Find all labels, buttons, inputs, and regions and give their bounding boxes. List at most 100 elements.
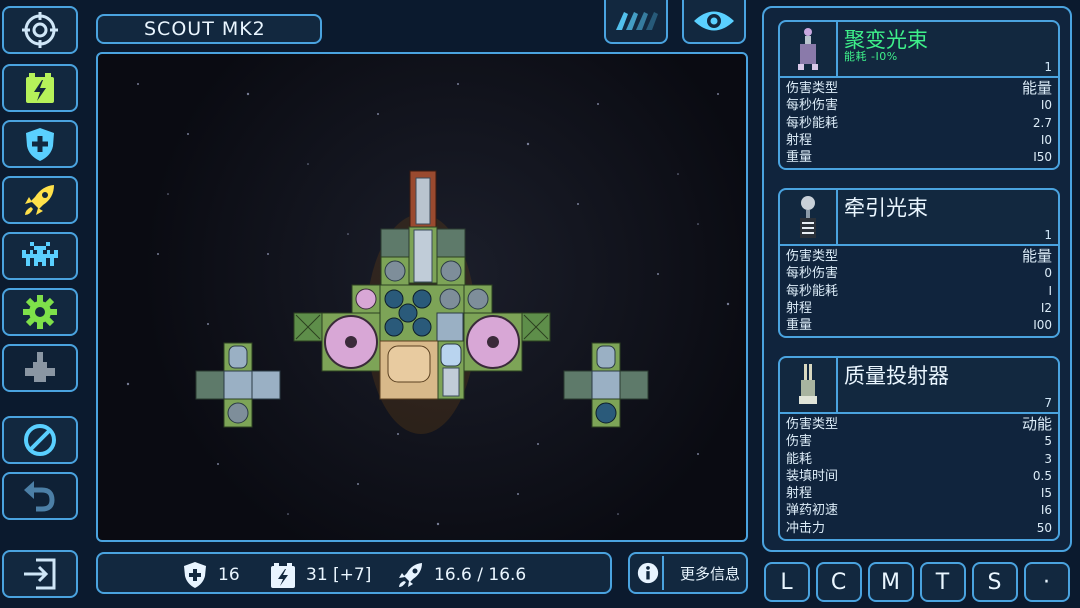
- systems-button[interactable]: [2, 288, 78, 336]
- stat-value: I00: [1033, 318, 1052, 333]
- weapon-level: 1: [1044, 228, 1052, 242]
- more-info-label: 更多信息: [680, 564, 741, 583]
- ship-canvas[interactable]: [98, 54, 746, 540]
- tab-dot[interactable]: ·: [1024, 562, 1070, 602]
- power-button[interactable]: [2, 64, 78, 112]
- stat-row: 弹药初速 I6: [786, 502, 1052, 519]
- stat-row: 每秒伤害 0: [786, 265, 1052, 282]
- weapon-card-fusion-beam[interactable]: 聚变光束 能耗 -I0% 1 伤害类型 能量 每秒伤害 I0 每秒能耗 2.7 射程 I…: [778, 20, 1060, 171]
- clear-button[interactable]: [2, 416, 78, 464]
- target-button[interactable]: [2, 6, 78, 54]
- stat-row: 冲击力 50: [786, 520, 1052, 537]
- shield-icon: [184, 562, 206, 588]
- thrust-button[interactable]: [2, 176, 78, 224]
- info-icon: [637, 562, 659, 584]
- weapon-card-mass-driver[interactable]: 质量投射器 7 伤害类型 动能 伤害 5 能耗 3 装填时间 0.5 射程 I5 弹药初速…: [778, 356, 1060, 542]
- stat-value: I50: [1033, 150, 1052, 165]
- battery-icon: [26, 73, 54, 103]
- tab-t[interactable]: T: [920, 562, 966, 602]
- shield-icon: [26, 128, 54, 161]
- ship-button[interactable]: [2, 344, 78, 392]
- stat-value: 5: [1044, 434, 1052, 449]
- stat-label: 每秒伤害: [786, 98, 839, 114]
- stat-value: I5: [1040, 486, 1052, 501]
- stat-row: 每秒伤害 I0: [786, 97, 1052, 114]
- exit-icon: [24, 558, 56, 590]
- stat-value: 能量: [1021, 247, 1052, 265]
- exit-button[interactable]: [2, 550, 78, 598]
- tab-c[interactable]: C: [816, 562, 862, 602]
- view-button[interactable]: [682, 0, 746, 44]
- stat-label: 装填时间: [786, 468, 839, 484]
- stat-value: 2.7: [1032, 115, 1052, 130]
- stat-label: 每秒伤害: [786, 266, 839, 282]
- eye-icon: [694, 11, 734, 31]
- stat-row: 伤害 5: [786, 433, 1052, 450]
- weapon-level: 7: [1044, 396, 1052, 410]
- stat-row: 能耗 3: [786, 451, 1052, 468]
- more-info-button[interactable]: 更多信息: [628, 552, 748, 594]
- invader-icon: [22, 242, 58, 266]
- weapon-card-header: 聚变光束 能耗 -I0% 1: [778, 20, 1060, 78]
- weapons-button[interactable]: [2, 232, 78, 280]
- claw-icon: [616, 12, 658, 30]
- battery-icon: [271, 563, 295, 588]
- info-divider: [662, 556, 664, 590]
- stat-label: 射程: [786, 132, 813, 148]
- weapon-card-tractor-beam[interactable]: 牵引光束 1 伤害类型 能量 每秒伤害 0 每秒能耗 I 射程 I2 重量 I00: [778, 188, 1060, 339]
- stat-label: 重量: [786, 318, 813, 334]
- stat-row: 伤害类型 能量: [786, 247, 1052, 265]
- tractor-beam-icon: [780, 190, 838, 244]
- gear-icon: [23, 295, 57, 329]
- stat-value: I: [1048, 283, 1052, 298]
- stat-value: 动能: [1021, 415, 1052, 433]
- ship-stats-bar: 16 31 [+7] 16.6 / 16.6: [96, 552, 612, 594]
- stat-row: 射程 I5: [786, 485, 1052, 502]
- stat-row: 每秒能耗 2.7: [786, 115, 1052, 132]
- stat-value: 能量: [1021, 79, 1052, 97]
- claw-button[interactable]: [604, 0, 668, 44]
- thrust-stat: 16.6 / 16.6: [396, 560, 526, 590]
- power-stat: 31 [+7]: [268, 560, 371, 590]
- ship-model[interactable]: [195, 170, 649, 428]
- stat-row: 重量 I00: [786, 317, 1052, 334]
- stat-label: 伤害类型: [786, 81, 839, 96]
- stat-value: I0: [1040, 98, 1052, 113]
- undo-button[interactable]: [2, 472, 78, 520]
- stat-row: 伤害类型 动能: [786, 415, 1052, 433]
- tab-s[interactable]: S: [972, 562, 1018, 602]
- stat-value: I0: [1040, 132, 1052, 147]
- stat-label: 伤害: [786, 434, 813, 450]
- stat-row: 伤害类型 能量: [786, 79, 1052, 97]
- stat-row: 装填时间 0.5: [786, 468, 1052, 485]
- stat-value: I2: [1040, 300, 1052, 315]
- stat-value: 0.5: [1032, 468, 1052, 483]
- weapon-subtitle: 能耗 -I0%: [844, 50, 898, 63]
- stat-label: 每秒能耗: [786, 283, 839, 299]
- mass-driver-icon: [780, 358, 838, 412]
- tab-m[interactable]: M: [868, 562, 914, 602]
- stat-label: 能耗: [786, 451, 813, 467]
- weapon-card-header: 质量投射器 7: [778, 356, 1060, 414]
- stat-label: 弹药初速: [786, 503, 839, 519]
- stat-label: 冲击力: [786, 520, 826, 536]
- stat-label: 伤害类型: [786, 417, 839, 432]
- stat-label: 射程: [786, 300, 813, 316]
- thrust-value: 16.6 / 16.6: [434, 565, 527, 585]
- stat-value: 50: [1036, 520, 1052, 535]
- weapon-stats: 伤害类型 动能 伤害 5 能耗 3 装填时间 0.5 射程 I5 弹药初速 I6 冲击力 50: [778, 414, 1060, 542]
- shield-button[interactable]: [2, 120, 78, 168]
- ship-icon: [25, 352, 55, 382]
- ship-viewport[interactable]: [96, 52, 748, 542]
- stat-row: 重量 I50: [786, 149, 1052, 166]
- rocket-icon: [25, 185, 54, 215]
- stat-label: 重量: [786, 150, 813, 166]
- stat-value: I6: [1040, 503, 1052, 518]
- weapon-name: 牵引光束: [844, 196, 928, 220]
- stat-value: 0: [1044, 266, 1052, 281]
- weapon-card-header: 牵引光束 1: [778, 188, 1060, 246]
- power-value: 31 [+7]: [306, 565, 372, 585]
- weapon-stats: 伤害类型 能量 每秒伤害 I0 每秒能耗 2.7 射程 I0 重量 I50: [778, 78, 1060, 171]
- tab-l[interactable]: L: [764, 562, 810, 602]
- ship-name-title: SCOUT MK2: [96, 14, 322, 44]
